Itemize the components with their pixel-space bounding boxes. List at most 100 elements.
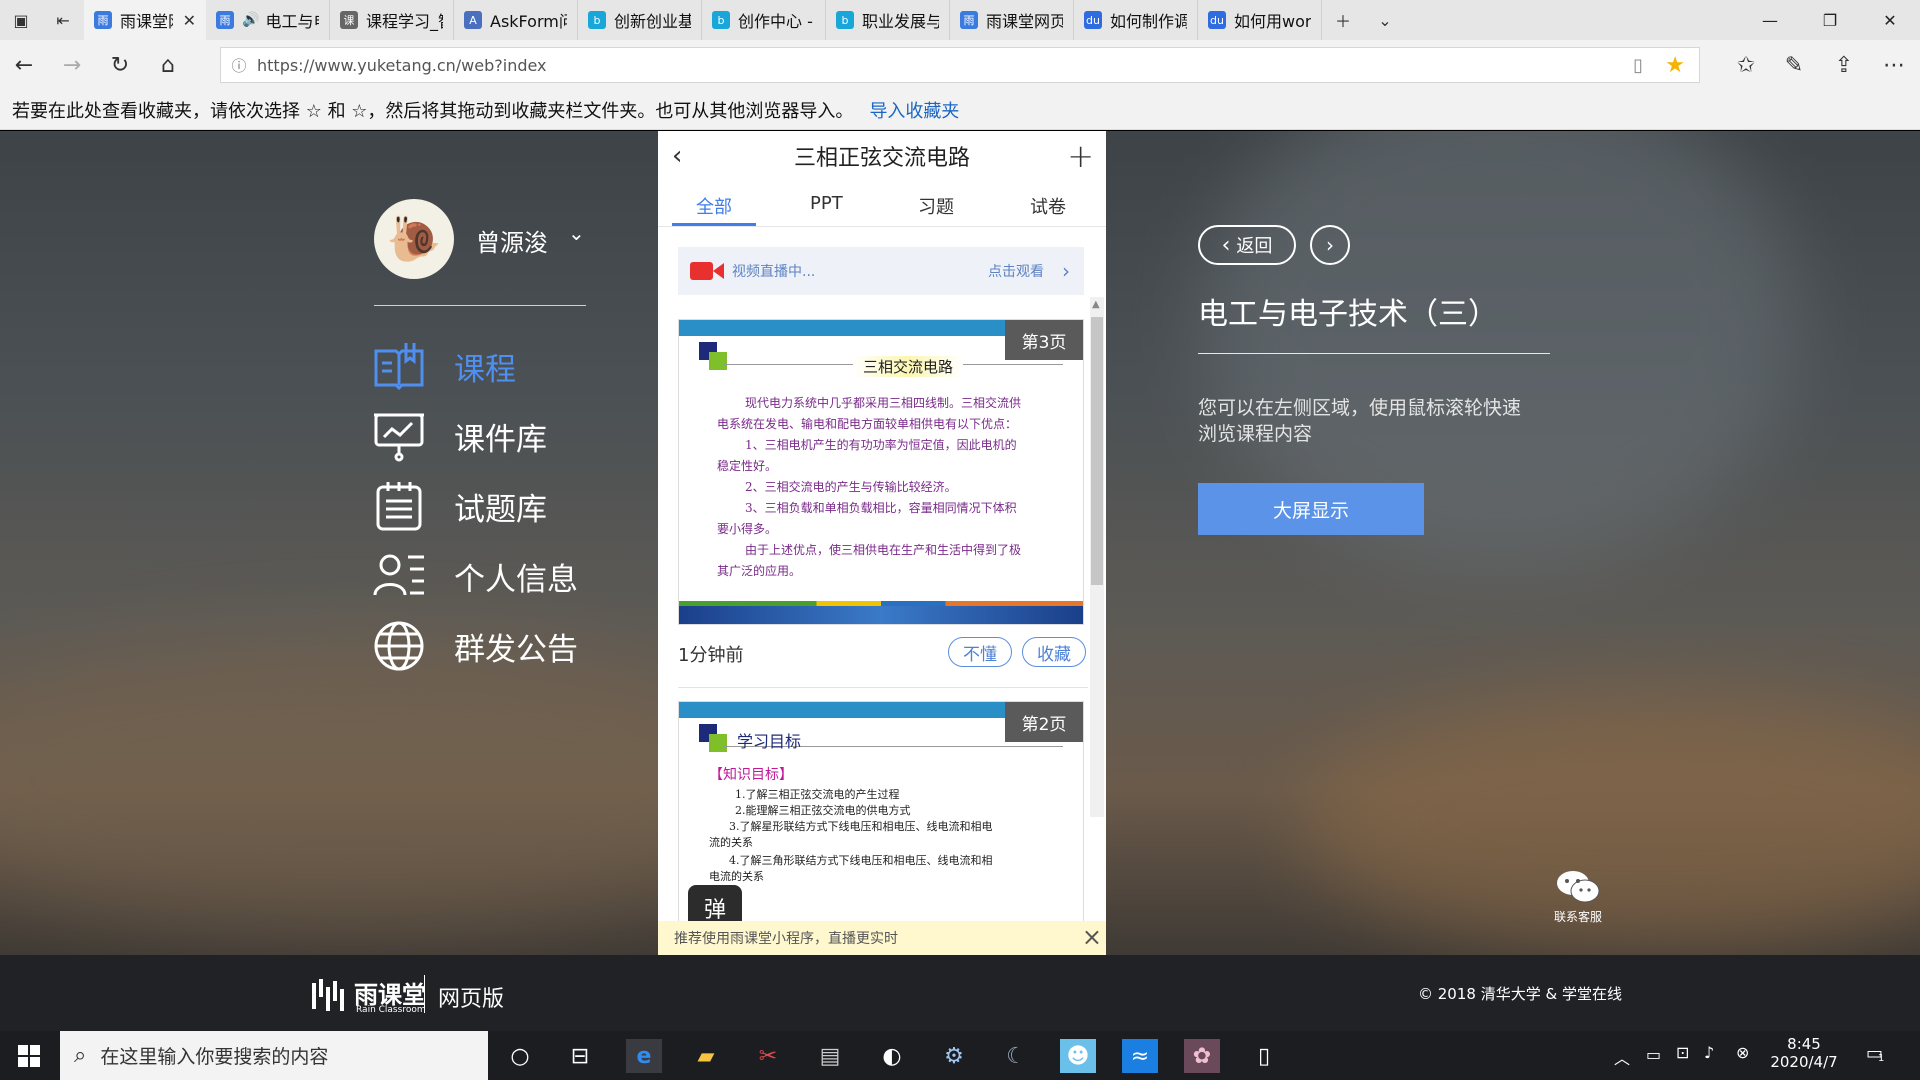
back-button-label: 返回 — [1236, 236, 1273, 257]
tray-chevron-up-icon[interactable]: ︿ — [1614, 1045, 1630, 1069]
scrollbar-thumb[interactable] — [1091, 317, 1103, 585]
tab-ppt[interactable]: PPT — [810, 193, 843, 214]
notification-count: 1 — [1878, 1053, 1885, 1064]
app-clock-icon[interactable]: ◐ — [874, 1039, 910, 1073]
sidebar-item-announcement[interactable]: 群发公告 — [372, 619, 578, 673]
share-icon[interactable]: ⇪ — [1820, 40, 1868, 90]
clock[interactable]: 8:45 2020/4/7 — [1770, 1035, 1838, 1071]
tab-askform[interactable]: A AskForm问智 — [454, 0, 578, 40]
tab-yuketang[interactable]: 雨 雨课堂网页 ✕ — [84, 0, 206, 40]
back-chevron-icon[interactable]: ‹ — [672, 141, 682, 171]
tab-yuketang-web[interactable]: 雨 雨课堂网页版 — [950, 0, 1074, 40]
tab-survey[interactable]: du 如何制作调查 — [1074, 0, 1198, 40]
forward-arrow-icon[interactable]: → — [48, 40, 96, 90]
sidebar-item-question-bank[interactable]: 试题库 — [372, 479, 547, 533]
slide-card-page3[interactable]: 三相交流电路 第3页 现代电力系统中几乎都采用三相四线制。三相交流供 电系统在发… — [678, 319, 1084, 625]
watch-live-link[interactable]: 点击观看 — [988, 261, 1044, 281]
panel-header: ‹ 三相正弦交流电路 + — [658, 131, 1106, 181]
tab-list-chevron-icon[interactable]: ⌄ — [1364, 0, 1406, 40]
username[interactable]: 曾源浚 — [476, 223, 548, 258]
network-icon[interactable]: ⊡ — [1676, 1043, 1689, 1062]
tab-all[interactable]: 全部 — [696, 193, 732, 219]
app-snip-icon[interactable]: ✂ — [750, 1039, 786, 1073]
url-field[interactable]: ⓘ https://www.yuketang.cn/web?index ▯ ★ — [220, 47, 1700, 83]
avatar[interactable]: 🐌 — [374, 199, 454, 279]
live-status: 视频直播中... — [732, 264, 816, 280]
favorites-hub-icon[interactable]: ✩ — [1722, 40, 1770, 90]
sidebar-item-profile[interactable]: 个人信息 — [372, 549, 578, 603]
big-screen-button[interactable]: 大屏显示 — [1198, 483, 1424, 535]
app-wave-icon[interactable]: ≈ — [1122, 1039, 1158, 1073]
tab-creator-center[interactable]: b 创作中心 - 哔 — [702, 0, 826, 40]
slide-title: 三相交流电路 — [853, 356, 964, 377]
bilibili-icon: b — [588, 11, 606, 29]
edge-browser-icon[interactable]: e — [626, 1039, 662, 1073]
tip-text: 推荐使用雨课堂小程序，直播更实时 — [674, 931, 898, 947]
close-circle-icon[interactable]: ⊗ — [1736, 1043, 1749, 1062]
slide-decoration-2 — [709, 734, 727, 752]
reading-view-icon[interactable]: ▯ — [1633, 55, 1643, 76]
tab-actions-icon[interactable]: ▣ — [0, 0, 42, 40]
close-icon[interactable]: × — [1082, 923, 1102, 951]
page-badge: 第2页 — [1005, 702, 1083, 742]
notification-center-icon[interactable]: ▭ 1 — [1866, 1043, 1885, 1064]
slide-line: 其广泛的应用。 — [717, 564, 802, 578]
tab-diangong[interactable]: 雨 🔊 电工与电 — [206, 0, 330, 40]
favorites-hint: 若要在此处查看收藏夹，请依次选择 ☆ 和 ☆，然后将其拖动到收藏夹栏文件夹。也可… — [12, 100, 854, 122]
window-close-icon[interactable]: ✕ — [1860, 0, 1920, 40]
windows-start-icon[interactable] — [18, 1045, 40, 1067]
file-explorer-icon[interactable]: ▰ — [688, 1039, 724, 1073]
more-icon[interactable]: ⋯ — [1870, 40, 1918, 90]
tab-career[interactable]: b 职业发展与就 — [826, 0, 950, 40]
favorite-star-icon[interactable]: ★ — [1665, 53, 1685, 78]
live-stream-banner[interactable]: 视频直播中... 点击观看 › — [678, 247, 1084, 295]
import-favorites-link[interactable]: 导入收藏夹 — [869, 97, 959, 123]
tab-exercises[interactable]: 习题 — [918, 193, 954, 219]
pen-notes-icon[interactable]: ✎ — [1770, 40, 1818, 90]
close-tab-icon[interactable]: ✕ — [183, 11, 196, 30]
site-footer: 雨课堂 Rain Classroom 网页版 © 2018 清华大学 & 学堂在… — [0, 955, 1920, 1031]
sidebar-divider — [374, 305, 586, 306]
tab-course-learning[interactable]: 课 课程学习_智慧 — [330, 0, 454, 40]
sidebar-item-label: 课程 — [454, 351, 516, 388]
back-button[interactable]: ‹ 返回 — [1198, 225, 1296, 265]
tab-word[interactable]: du 如何用word制 — [1198, 0, 1322, 40]
minimize-icon[interactable]: — — [1740, 0, 1800, 40]
favorites-bar: 若要在此处查看收藏夹，请依次选择 ☆ 和 ☆，然后将其拖动到收藏夹栏文件夹。也可… — [0, 90, 1920, 130]
taskbar-search[interactable]: ⌕ 在这里输入你要搜索的内容 — [60, 1031, 488, 1080]
sidebar-item-course[interactable]: 课程 — [372, 339, 516, 393]
next-chevron-icon[interactable]: › — [1310, 225, 1350, 265]
scrollbar[interactable]: ▲ — [1090, 297, 1104, 817]
app-moon-icon[interactable]: ☾ — [998, 1039, 1034, 1073]
restore-icon[interactable]: ❐ — [1800, 0, 1860, 40]
slide-line: 2.能理解三相正弦交流电的供电方式 — [735, 804, 911, 817]
steam-icon[interactable]: ⚙ — [936, 1039, 972, 1073]
collect-button[interactable]: 收藏 — [1022, 637, 1086, 667]
chevron-down-icon[interactable]: ⌄ — [568, 221, 585, 245]
home-icon[interactable]: ⌂ — [144, 40, 192, 90]
footer-divider — [424, 975, 425, 1013]
volume-icon[interactable]: ♪ — [1704, 1043, 1714, 1062]
task-view-icon[interactable]: ⊟ — [562, 1039, 598, 1073]
back-arrow-icon[interactable]: ← — [0, 40, 48, 90]
new-tab-icon[interactable]: ＋ — [1322, 0, 1364, 40]
footer-logo-subtitle: Rain Classroom — [356, 1005, 426, 1015]
contact-service[interactable]: 联系客服 — [1544, 869, 1612, 925]
set-aside-tabs-icon[interactable]: ⇤ — [42, 0, 84, 40]
refresh-icon[interactable]: ↻ — [96, 40, 144, 90]
dont-understand-button[interactable]: 不懂 — [948, 637, 1012, 667]
card-meta: 1分钟前 不懂 收藏 — [678, 633, 1088, 669]
sidebar-item-courseware[interactable]: 课件库 — [372, 409, 547, 463]
cortana-icon[interactable]: ○ — [502, 1039, 538, 1073]
sidebar-item-label: 试题库 — [454, 491, 547, 528]
tab-exam[interactable]: 试卷 — [1030, 193, 1066, 219]
app-photos-icon[interactable]: ▤ — [812, 1039, 848, 1073]
battery-icon[interactable]: ▭ — [1646, 1045, 1661, 1064]
app-game-icon[interactable]: ☻ — [1060, 1039, 1096, 1073]
scroll-up-icon[interactable]: ▲ — [1092, 299, 1100, 310]
tab-innovation[interactable]: b 创新创业基础 — [578, 0, 702, 40]
active-tab-underline — [672, 223, 756, 226]
app-notepad-icon[interactable]: ▯ — [1246, 1039, 1282, 1073]
plus-icon[interactable]: + — [1067, 137, 1094, 175]
app-avatar-icon[interactable]: ✿ — [1184, 1039, 1220, 1073]
